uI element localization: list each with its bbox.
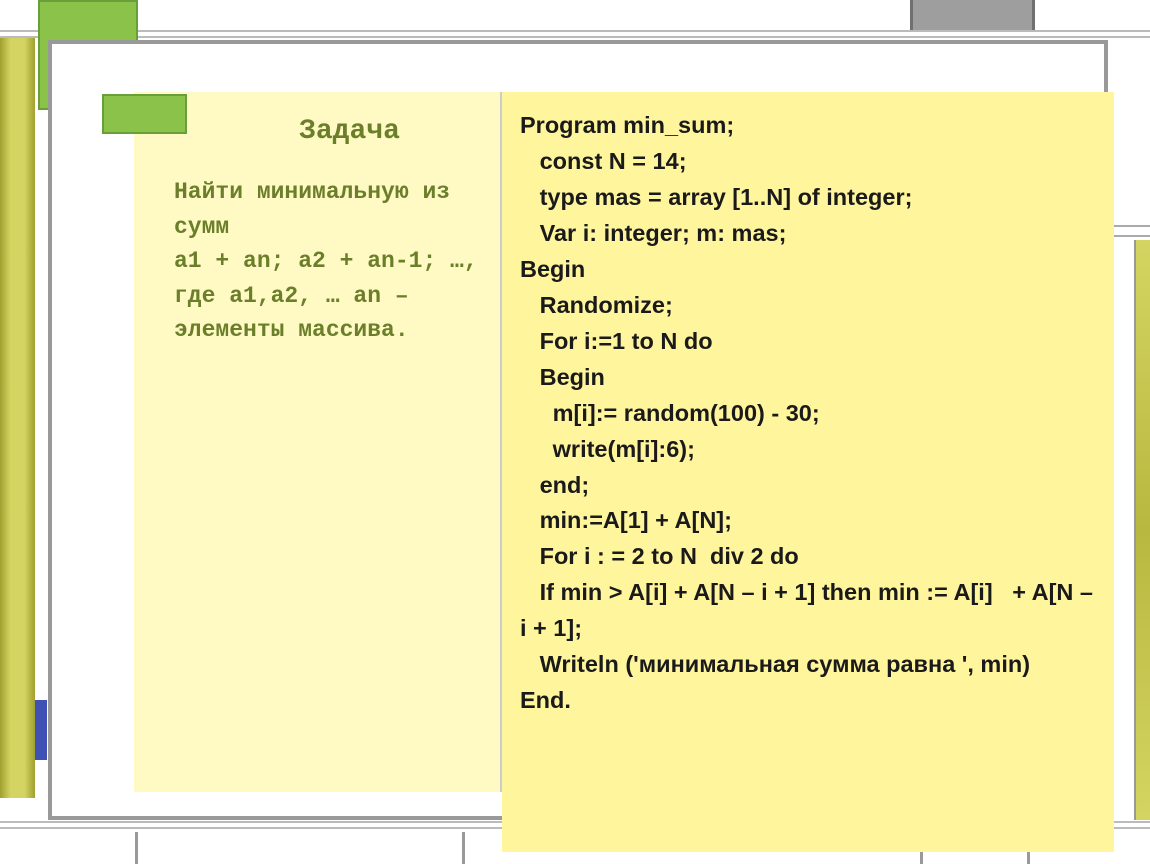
code-line: Var i: integer; m: mas; bbox=[520, 216, 1096, 252]
task-body: Найти минимальную из сумм a1 + an; a2 + … bbox=[174, 175, 480, 348]
task-line: a1 + an; a2 + an-1; …, где a1,a2, … an –… bbox=[174, 244, 480, 348]
code-line: For i:=1 to N do bbox=[520, 324, 1096, 360]
task-panel: Задача Найти минимальную из сумм a1 + an… bbox=[134, 92, 502, 792]
decor-green-tab bbox=[102, 94, 187, 134]
code-line: Begin bbox=[520, 252, 1096, 288]
code-line: min:=A[1] + A[N]; bbox=[520, 503, 1096, 539]
top-divider bbox=[0, 30, 1150, 38]
task-title: Задача bbox=[219, 116, 480, 147]
code-line: m[i]:= random(100) - 30; bbox=[520, 396, 1096, 432]
decor-bottom-left bbox=[135, 832, 465, 864]
code-line: Randomize; bbox=[520, 288, 1096, 324]
decor-blue-accent bbox=[35, 700, 47, 760]
code-line: const N = 14; bbox=[520, 144, 1096, 180]
code-line: Begin bbox=[520, 360, 1096, 396]
code-line: Program min_sum; bbox=[520, 108, 1096, 144]
decor-left-bar bbox=[0, 38, 35, 798]
code-line: type mas = array [1..N] of integer; bbox=[520, 180, 1096, 216]
code-line: Writeln ('минимальная сумма равна ', min… bbox=[520, 647, 1096, 683]
code-line: End. bbox=[520, 683, 1096, 719]
code-line: write(m[i]:6); bbox=[520, 432, 1096, 468]
code-line: If min > A[i] + A[N – i + 1] then min :=… bbox=[520, 575, 1096, 647]
task-line: Найти минимальную из сумм bbox=[174, 175, 480, 244]
code-panel: Program min_sum; const N = 14; type mas … bbox=[502, 92, 1114, 852]
code-line: For i : = 2 to N div 2 do bbox=[520, 539, 1096, 575]
decor-top-grey bbox=[910, 0, 1035, 30]
decor-right-edge bbox=[1134, 240, 1150, 820]
slide-frame: Задача Найти минимальную из сумм a1 + an… bbox=[48, 40, 1108, 820]
code-line: end; bbox=[520, 468, 1096, 504]
